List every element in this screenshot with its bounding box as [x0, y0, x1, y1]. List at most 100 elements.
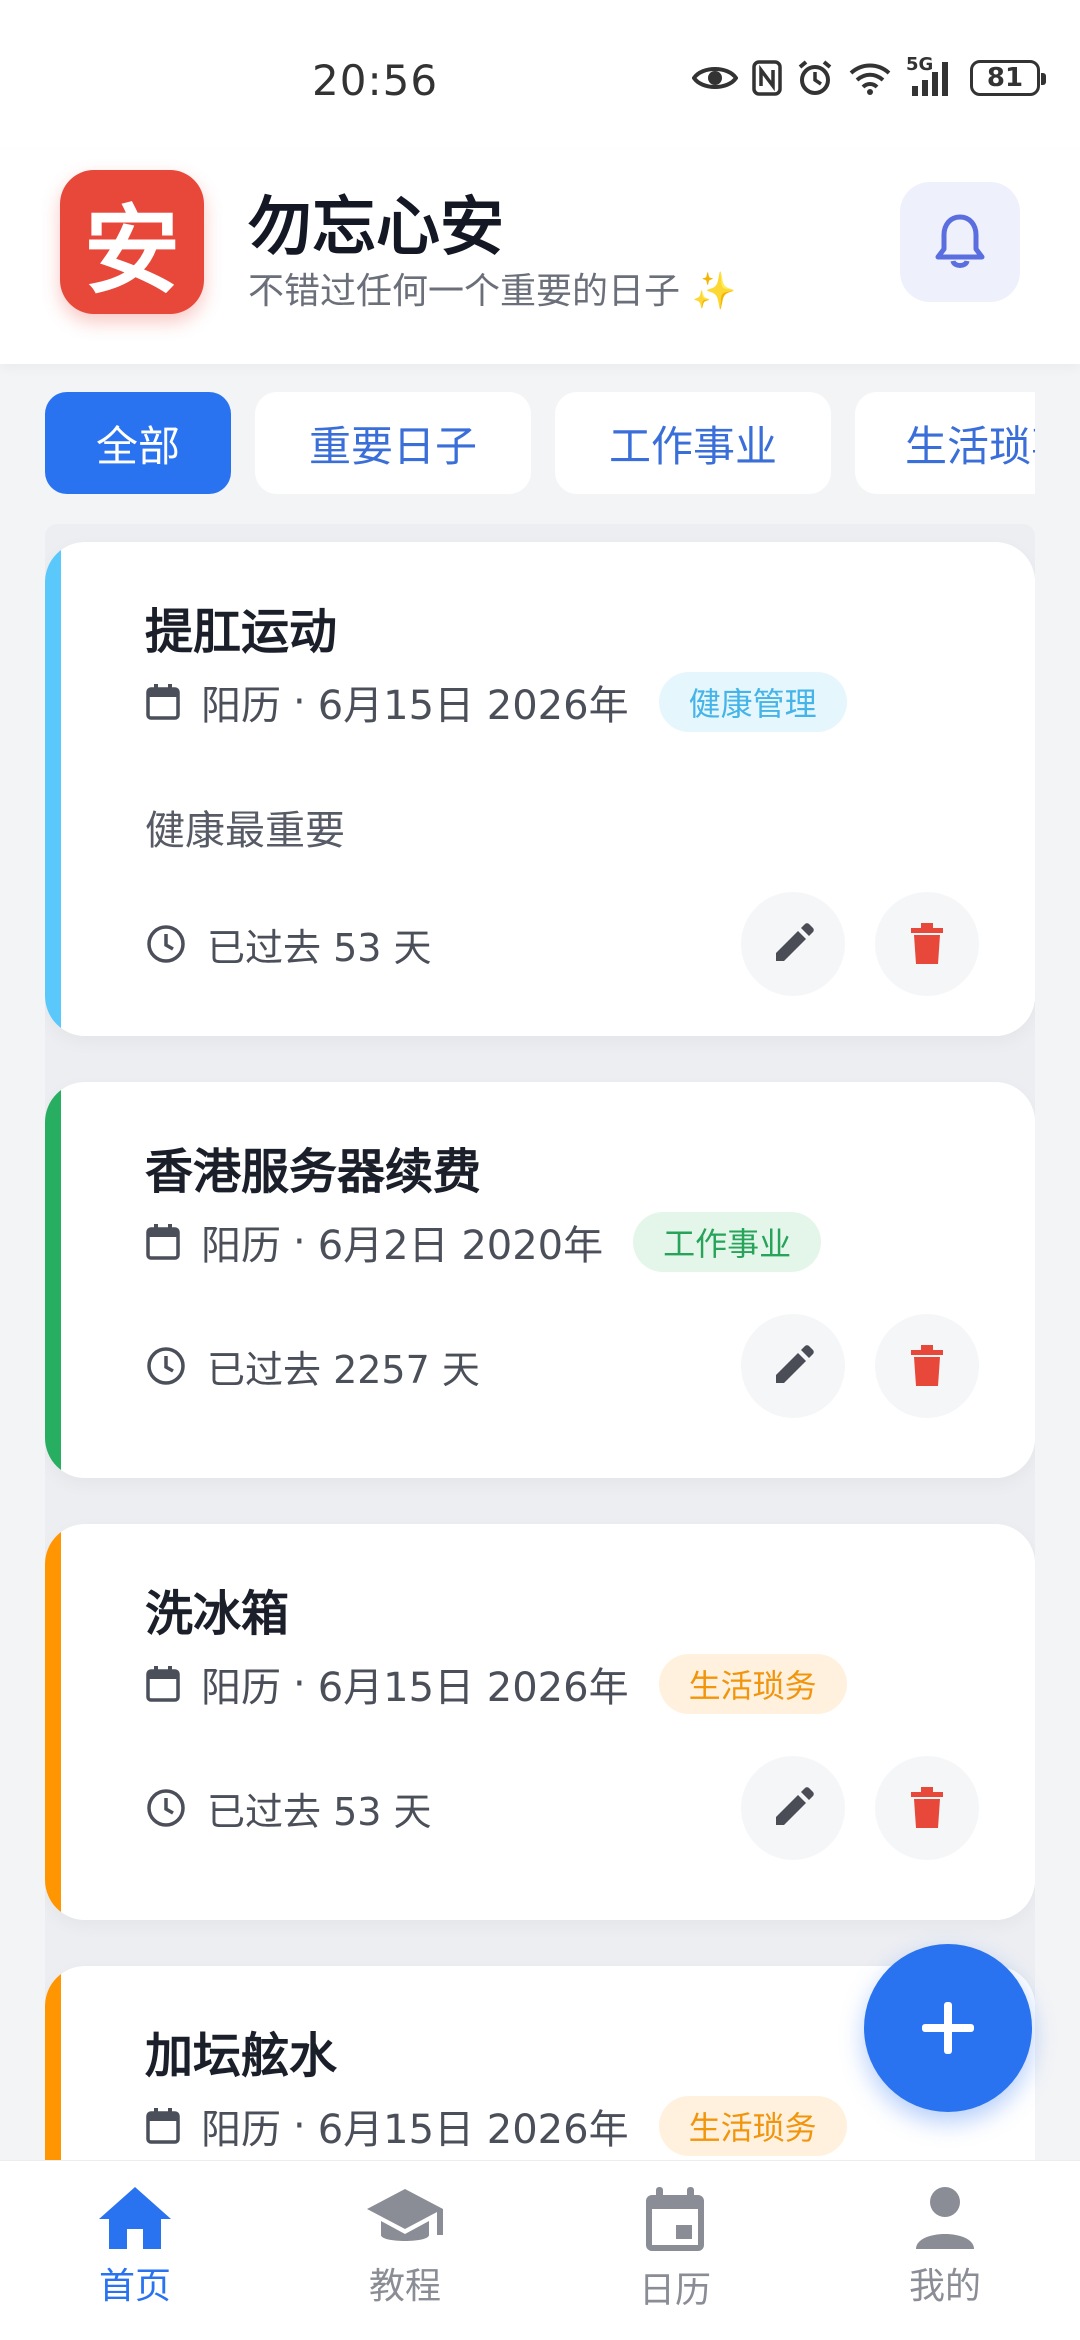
date-separator: · — [293, 679, 306, 725]
tab-label: 全部 — [95, 421, 180, 471]
tab-label: 重要日子 — [308, 421, 477, 471]
nav-label: 教程 — [368, 2266, 441, 2307]
elapsed-days: 已过去 2257 天 — [207, 1347, 480, 1392]
event-date-row: 阳历 · 6月15日 2026年 生活琐务 — [145, 2094, 847, 2158]
trash-icon — [911, 923, 943, 964]
nav-profile[interactable]: 我的 — [855, 2185, 1035, 2325]
edit-button[interactable] — [741, 1314, 845, 1418]
nav-label: 日历 — [638, 2270, 711, 2311]
category-tag: 生活琐务 — [658, 1654, 847, 1714]
date-separator: · — [293, 2103, 306, 2149]
app-header: 安 勿忘心安 不错过任何一个重要的日子 ✨ — [0, 150, 1080, 364]
event-date: 6月2日 2020年 — [317, 1223, 604, 1269]
tab-important-days[interactable]: 重要日子 — [255, 392, 531, 494]
card-accent-bar — [45, 1966, 61, 2160]
event-date: 6月15日 2026年 — [317, 2107, 629, 2153]
calendar-icon — [646, 2187, 704, 2251]
tab-work[interactable]: 工作事业 — [555, 392, 831, 494]
category-tag: 工作事业 — [633, 1212, 822, 1272]
calendar-icon — [146, 1224, 180, 1260]
card-accent-bar — [45, 542, 61, 1036]
bottom-nav: 首页 教程 日历 我的 — [0, 2160, 1080, 2340]
nav-label: 首页 — [98, 2266, 171, 2307]
status-bar: 20:56 5G 81 — [0, 0, 1080, 150]
bell-icon — [935, 214, 985, 268]
pencil-icon — [776, 923, 814, 961]
nav-calendar[interactable]: 日历 — [585, 2185, 765, 2325]
signal-icon — [912, 62, 948, 96]
plus-icon — [922, 2002, 974, 2054]
tab-life[interactable]: 生活琐事 — [855, 392, 1035, 494]
graduation-cap-icon — [367, 2189, 443, 2241]
event-date-row: 阳历 · 6月2日 2020年 工作事业 — [145, 1210, 822, 1274]
nfc-icon — [752, 60, 782, 96]
delete-button[interactable] — [875, 892, 979, 996]
edit-button[interactable] — [741, 1756, 845, 1860]
status-time: 20:56 — [312, 56, 439, 105]
calendar-type: 阳历 — [201, 683, 281, 729]
calendar-icon — [146, 2108, 180, 2144]
event-title: 加坛舷水 — [145, 2028, 338, 2084]
event-title: 香港服务器续费 — [145, 1144, 482, 1200]
cellular-signal: 5G — [906, 54, 956, 98]
tab-all[interactable]: 全部 — [45, 392, 231, 494]
clock-icon — [147, 925, 185, 963]
eye-icon — [692, 67, 738, 89]
event-date-row: 阳历 · 6月15日 2026年 健康管理 — [145, 670, 847, 734]
category-tag: 健康管理 — [658, 672, 847, 732]
event-list: 提肛运动 阳历 · 6月15日 2026年 健康管理 健康最重要 已过去 53 … — [45, 524, 1035, 2160]
wifi-icon — [849, 63, 891, 95]
category-tabs: 全部 重要日子 工作事业 生活琐事 — [45, 392, 1035, 496]
clock-icon — [147, 1347, 185, 1385]
date-separator: · — [293, 1661, 306, 1707]
nav-home[interactable]: 首页 — [45, 2185, 225, 2325]
calendar-type: 阳历 — [201, 1223, 281, 1269]
event-footer: 已过去 53 天 — [145, 892, 432, 996]
battery-level: 81 — [986, 63, 1024, 93]
event-card[interactable]: 提肛运动 阳历 · 6月15日 2026年 健康管理 健康最重要 已过去 53 … — [45, 542, 1035, 1036]
event-footer: 已过去 2257 天 — [145, 1314, 480, 1418]
calendar-icon — [146, 1666, 180, 1702]
calendar-icon — [146, 684, 180, 720]
app-logo: 安 — [60, 170, 204, 314]
add-event-button[interactable] — [864, 1944, 1032, 2112]
category-tag: 生活琐务 — [658, 2096, 847, 2156]
card-accent-bar — [45, 1082, 61, 1478]
home-icon — [99, 2187, 171, 2249]
event-date-row: 阳历 · 6月15日 2026年 生活琐务 — [145, 1652, 847, 1716]
tab-label: 生活琐事 — [905, 421, 1035, 471]
notifications-button[interactable] — [900, 182, 1020, 302]
pencil-icon — [776, 1787, 814, 1825]
pencil-icon — [776, 1345, 814, 1383]
clock-icon — [147, 1789, 185, 1827]
date-separator: · — [293, 1219, 306, 1265]
battery-icon: 81 — [970, 60, 1046, 96]
calendar-type: 阳历 — [201, 2107, 281, 2153]
event-date: 6月15日 2026年 — [317, 1665, 629, 1711]
event-card[interactable]: 洗冰箱 阳历 · 6月15日 2026年 生活琐务 已过去 53 天 — [45, 1524, 1035, 1920]
event-title: 洗冰箱 — [145, 1586, 290, 1642]
nav-tutorial[interactable]: 教程 — [315, 2185, 495, 2325]
event-note: 健康最重要 — [145, 808, 345, 854]
trash-icon — [911, 1345, 943, 1386]
app-logo-char: 安 — [84, 194, 180, 307]
status-icons: 5G 81 — [692, 54, 1046, 102]
elapsed-days: 已过去 53 天 — [207, 1789, 432, 1834]
trash-icon — [911, 1787, 943, 1828]
elapsed-days: 已过去 53 天 — [207, 925, 432, 970]
edit-button[interactable] — [741, 892, 845, 996]
event-card[interactable]: 香港服务器续费 阳历 · 6月2日 2020年 工作事业 已过去 2257 天 — [45, 1082, 1035, 1478]
app-subtitle: 不错过任何一个重要的日子 ✨ — [248, 271, 737, 312]
event-date: 6月15日 2026年 — [317, 683, 629, 729]
event-footer: 已过去 53 天 — [145, 1756, 432, 1860]
delete-button[interactable] — [875, 1314, 979, 1418]
nav-label: 我的 — [908, 2266, 981, 2307]
calendar-type: 阳历 — [201, 1665, 281, 1711]
delete-button[interactable] — [875, 1756, 979, 1860]
card-accent-bar — [45, 1524, 61, 1920]
event-title: 提肛运动 — [145, 604, 338, 660]
tab-label: 工作事业 — [608, 421, 777, 471]
alarm-icon — [798, 60, 832, 95]
app-title: 勿忘心安 — [248, 191, 504, 265]
person-icon — [916, 2187, 974, 2249]
